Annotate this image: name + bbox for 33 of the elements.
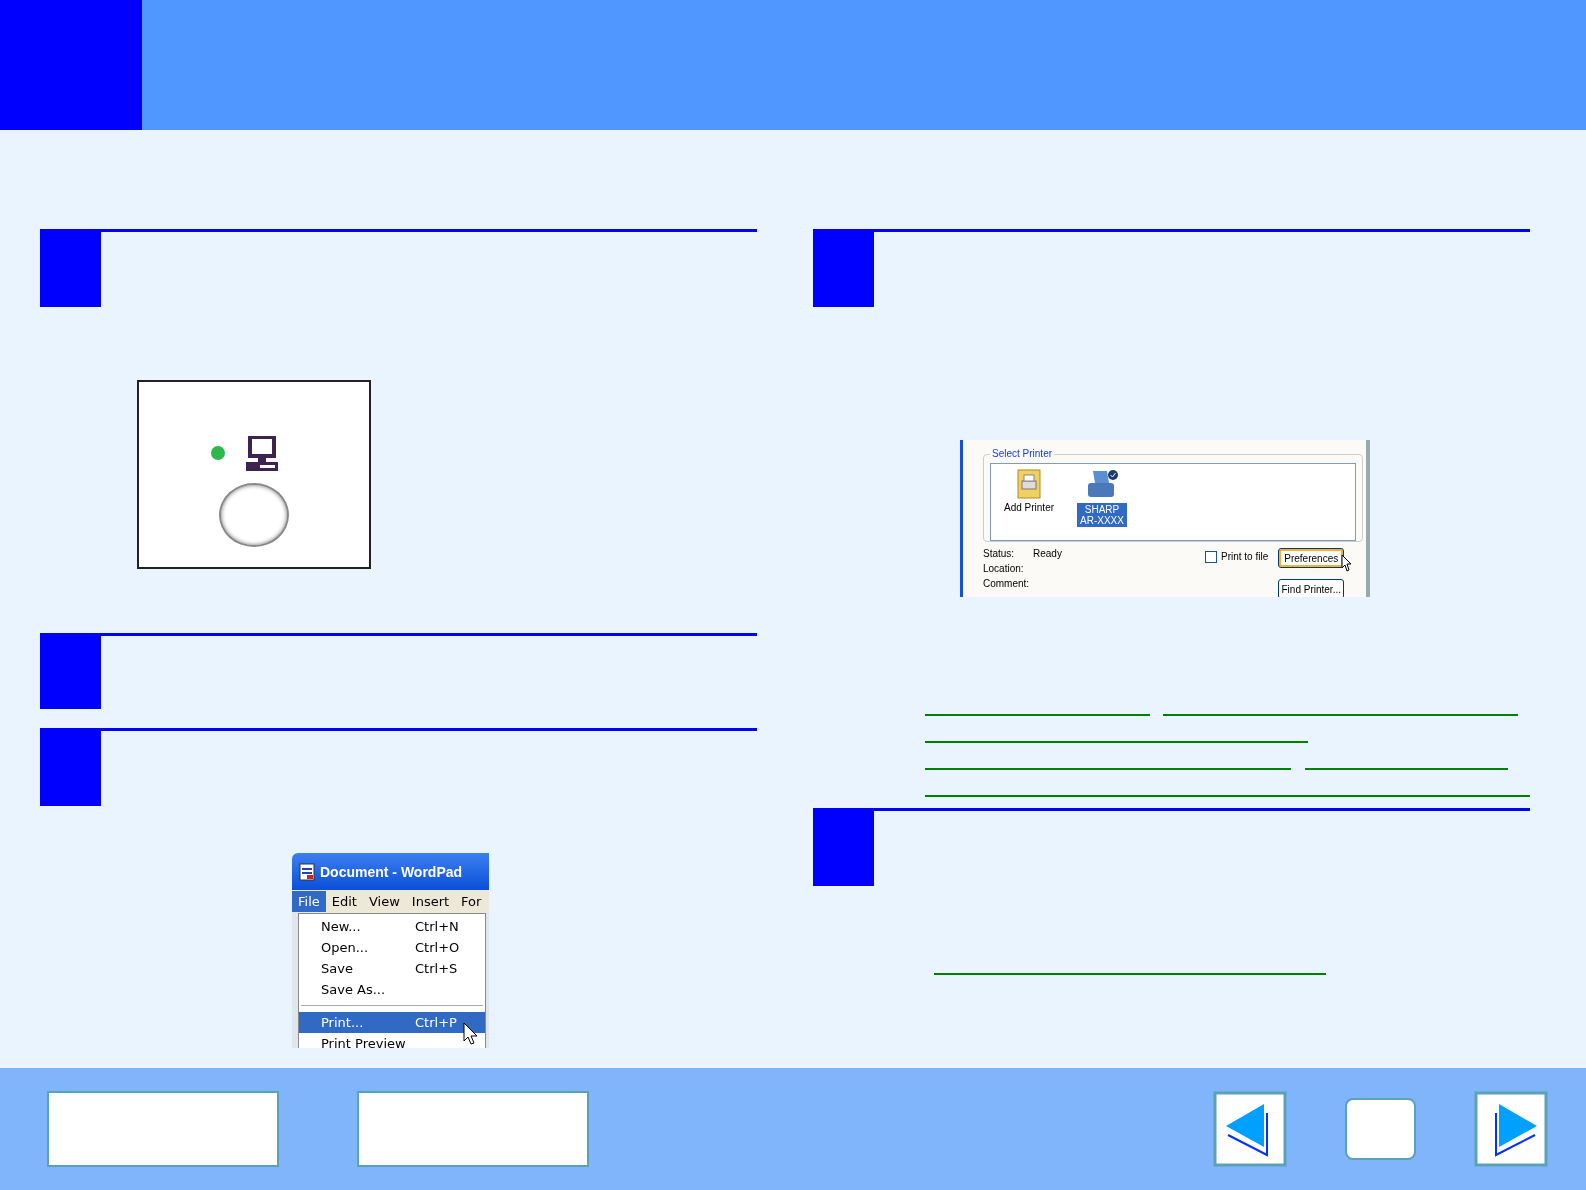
dialog-button[interactable]: Preferences: [1278, 548, 1345, 568]
group-label: Select Printer: [990, 448, 1055, 459]
menu-item[interactable]: File: [292, 891, 326, 912]
cursor-icon: [1341, 554, 1354, 572]
status-value: Ready: [1033, 548, 1062, 559]
menu-entry[interactable]: Print... Ctrl+P: [299, 1012, 485, 1033]
led-icon: [210, 445, 226, 461]
add-printer-icon: [1016, 469, 1042, 499]
computer-icon: [246, 435, 278, 471]
menu-entry[interactable]: Print Preview: [299, 1033, 485, 1048]
menu-item[interactable]: View: [362, 891, 406, 912]
menu-item[interactable]: For: [455, 891, 488, 912]
menu-item[interactable]: Edit: [325, 891, 363, 912]
printer-label[interactable]: SHARP AR-XXXX: [1077, 503, 1127, 527]
document-icon: [299, 862, 315, 881]
status-label: Status:: [983, 548, 1016, 559]
previous-icon[interactable]: [1213, 1091, 1287, 1167]
home-button[interactable]: [1345, 1098, 1416, 1160]
nav-button[interactable]: [47, 1091, 279, 1167]
nav-button[interactable]: [357, 1091, 589, 1167]
dialog-button[interactable]: Find Printer...: [1278, 579, 1345, 597]
comment-label: Comment:: [983, 578, 1031, 589]
checkbox[interactable]: [1205, 551, 1217, 563]
printer-label[interactable]: Add Printer: [1001, 501, 1058, 514]
next-icon[interactable]: [1474, 1091, 1548, 1167]
checkbox-label: Print to file: [1221, 551, 1269, 562]
menu-entry[interactable]: Open... Ctrl+O: [299, 937, 485, 958]
location-label: Location:: [983, 563, 1025, 574]
menu-entry[interactable]: Save Ctrl+S: [299, 958, 485, 979]
menu-entry[interactable]: Save As...: [299, 979, 485, 1000]
window-title: Document - WordPad: [320, 863, 463, 880]
menu-entry[interactable]: New... Ctrl+N: [299, 916, 485, 937]
menu-item[interactable]: Insert: [405, 891, 456, 912]
